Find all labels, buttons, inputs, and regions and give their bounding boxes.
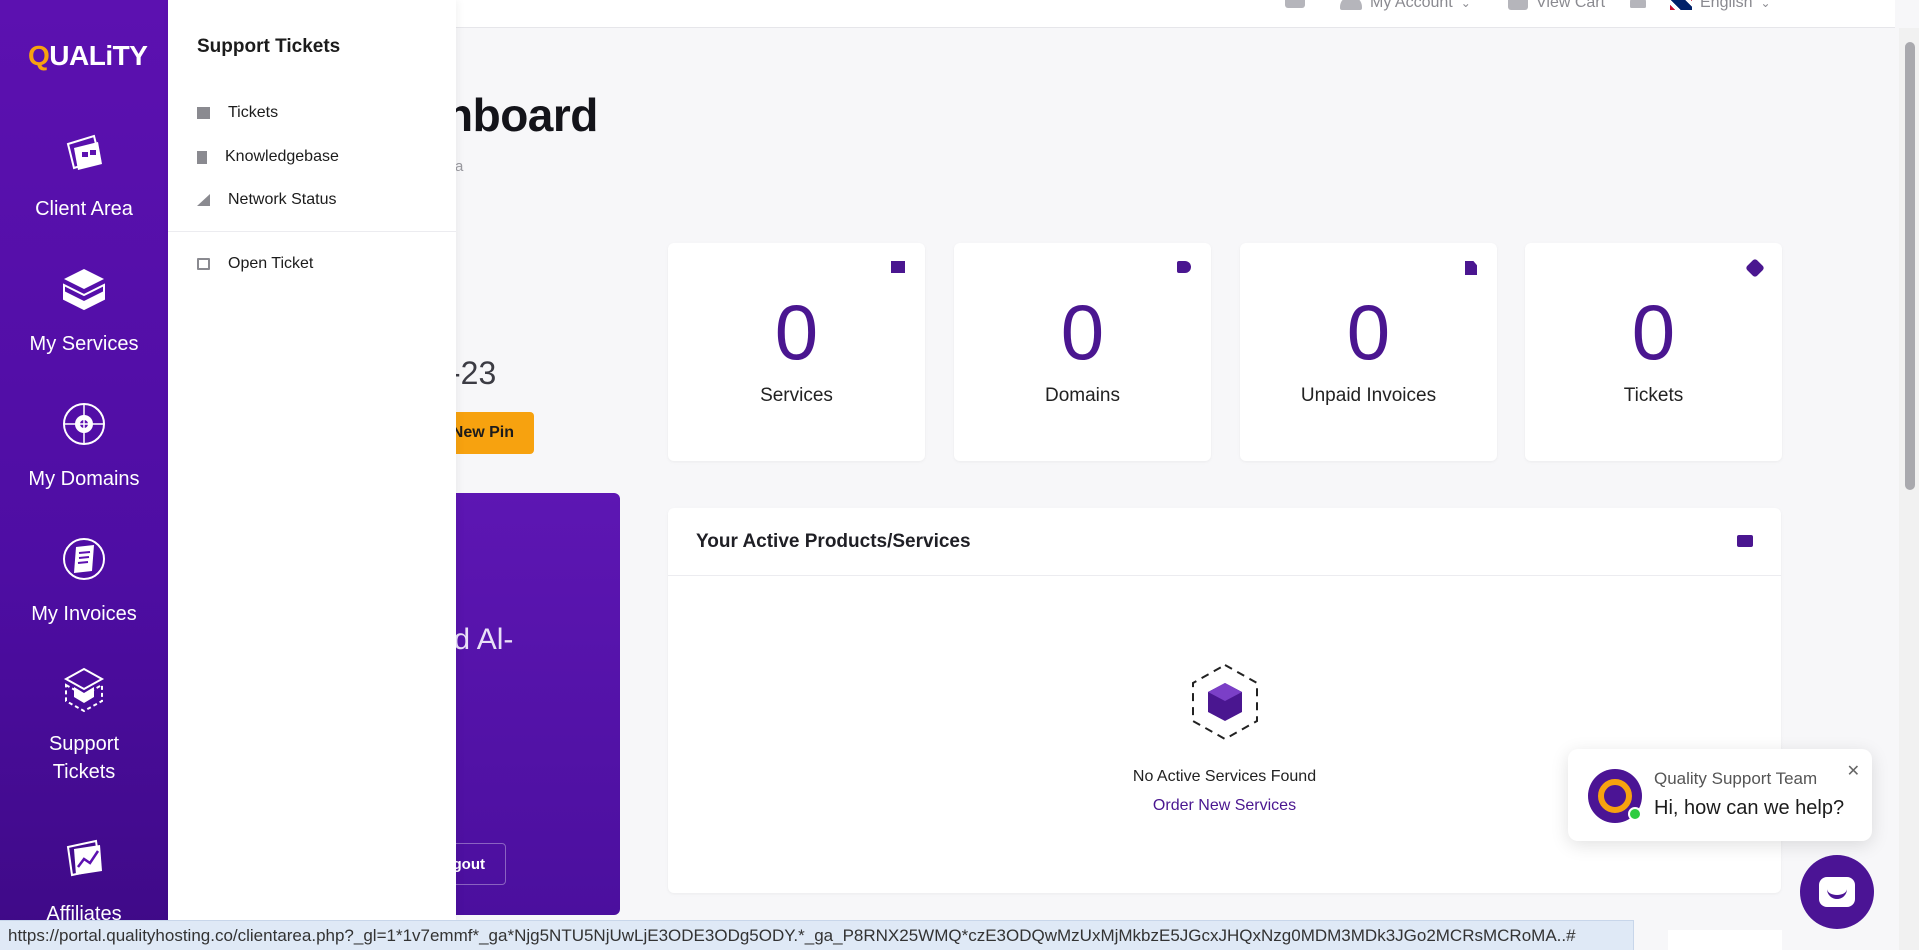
stat-label: Tickets	[1623, 385, 1684, 406]
stat-card-unpaid-invoices[interactable]: 0 Unpaid Invoices	[1240, 243, 1497, 461]
sidebar-item-my-services[interactable]: My Services	[0, 265, 168, 358]
client-area-icon	[66, 134, 102, 170]
client-pin-value: -23	[450, 355, 497, 391]
sidebar-item-label: My Domains	[28, 468, 140, 490]
quality-logo[interactable]: QUALiTY	[28, 40, 148, 72]
tag-icon	[1177, 261, 1191, 273]
stat-value: 0	[1631, 288, 1676, 376]
view-cart-label: View Cart	[1536, 0, 1606, 11]
user-icon	[1340, 0, 1362, 10]
top-navigation-bar: My Account ⌄ View Cart English ⌄	[455, 0, 1895, 28]
view-cart-link[interactable]: View Cart	[1508, 0, 1605, 12]
stat-value: 0	[1060, 288, 1105, 376]
stat-label: Services	[760, 385, 833, 406]
chat-team-name: Quality Support Team	[1654, 769, 1818, 788]
dropdown-item-label: Open Ticket	[228, 255, 314, 272]
online-status-dot	[1628, 807, 1642, 821]
sidebar-item-my-invoices[interactable]: My Invoices	[0, 535, 168, 628]
next-panel-edge	[1668, 930, 1782, 950]
sidebar-item-label: Support Tickets	[48, 733, 120, 783]
stat-card-tickets[interactable]: 0 Tickets	[1525, 243, 1782, 461]
globe-icon	[63, 403, 105, 445]
external-link-icon	[197, 258, 210, 270]
browser-status-url: https://portal.qualityhosting.co/clienta…	[0, 920, 1634, 950]
book-icon	[197, 150, 207, 164]
sidebar-item-client-area[interactable]: Client Area	[0, 130, 168, 223]
top-messages-icon[interactable]	[1285, 0, 1305, 8]
sidebar-item-label: My Services	[29, 333, 139, 355]
close-icon[interactable]: ✕	[1847, 761, 1860, 781]
chat-message: Hi, how can we help?	[1654, 797, 1845, 819]
chat-greeting-bubble[interactable]: Quality Support Team Hi, how can we help…	[1568, 749, 1872, 841]
document-icon	[1465, 261, 1477, 275]
dropdown-item-network-status[interactable]: Network Status	[197, 191, 336, 209]
page-title: nboard	[445, 89, 598, 141]
chat-icon	[1819, 877, 1855, 907]
support-tickets-dropdown: Support Tickets Tickets Knowledgebase Ne…	[168, 0, 456, 920]
dropdown-item-tickets[interactable]: Tickets	[197, 104, 278, 122]
scrollbar-thumb[interactable]	[1905, 42, 1915, 490]
dropdown-item-label: Tickets	[228, 104, 279, 121]
signal-icon	[197, 194, 210, 206]
server-icon	[891, 261, 905, 273]
notifications-bell[interactable]	[1630, 0, 1646, 8]
affiliates-chart-icon	[66, 839, 102, 877]
server-icon	[1737, 535, 1753, 547]
stat-label: Unpaid Invoices	[1300, 385, 1437, 406]
stat-value: 0	[774, 288, 819, 376]
dropdown-item-label: Knowledgebase	[225, 148, 339, 165]
envelope-icon	[197, 107, 210, 119]
sidebar-item-affiliates[interactable]: Affiliates	[0, 835, 168, 928]
sidebar-item-label: My Invoices	[31, 603, 137, 625]
chevron-down-icon: ⌄	[1460, 0, 1471, 10]
sidebar-item-my-domains[interactable]: My Domains	[0, 400, 168, 493]
bell-icon	[1630, 0, 1646, 8]
stat-value: 0	[1346, 288, 1391, 376]
my-account-label: My Account	[1370, 0, 1453, 11]
stat-label: Domains	[1045, 385, 1120, 406]
dropdown-divider	[168, 231, 456, 232]
language-label: English	[1700, 0, 1753, 11]
stat-card-services[interactable]: 0 Services	[668, 243, 925, 461]
dropdown-title: Support Tickets	[197, 36, 341, 57]
chat-launcher-button[interactable]	[1800, 855, 1874, 929]
my-account-menu[interactable]: My Account ⌄	[1340, 0, 1471, 12]
support-box-icon	[63, 667, 105, 713]
main-sidebar: QUALiTY Client Area My Services My Domai…	[0, 0, 168, 950]
uk-flag-icon	[1670, 0, 1692, 10]
language-selector[interactable]: English ⌄	[1670, 0, 1771, 12]
invoice-icon	[63, 538, 105, 580]
ticket-icon	[1745, 258, 1765, 278]
stat-card-domains[interactable]: 0 Domains	[954, 243, 1211, 461]
empty-box-icon	[1192, 663, 1258, 741]
sidebar-item-support-tickets[interactable]: Support Tickets	[0, 665, 168, 786]
cart-icon	[1508, 0, 1528, 10]
dropdown-item-label: Network Status	[228, 191, 337, 208]
chevron-down-icon: ⌄	[1760, 0, 1771, 10]
dropdown-item-knowledgebase[interactable]: Knowledgebase	[197, 148, 339, 166]
breadcrumb: a	[455, 158, 464, 175]
sidebar-item-label: Client Area	[35, 198, 133, 220]
services-box-icon	[63, 269, 105, 311]
dropdown-item-open-ticket[interactable]: Open Ticket	[197, 255, 313, 273]
products-panel-title: Your Active Products/Services	[668, 508, 1781, 576]
